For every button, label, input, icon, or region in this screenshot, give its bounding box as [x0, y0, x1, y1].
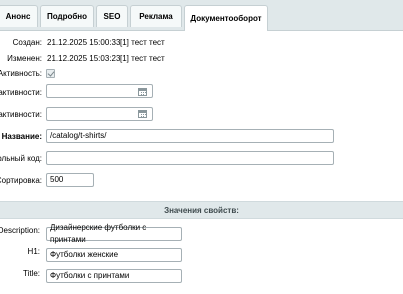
tab-ads[interactable]: Реклама: [130, 5, 182, 27]
code-input[interactable]: [46, 151, 334, 165]
modified-value: 21.12.2025 15:03:23: [47, 54, 121, 63]
property-h1-input[interactable]: Футболки женские: [46, 248, 182, 262]
properties-section-header: Значения свойств:: [0, 201, 403, 219]
sort-label: Сортировка:: [0, 176, 42, 185]
active-checkbox[interactable]: [46, 69, 55, 78]
property-value: Футболки женские: [50, 250, 119, 259]
tab-workflow-label: Документооборот: [190, 14, 262, 23]
property-label: Description:: [0, 226, 40, 235]
name-input[interactable]: /catalog/t-shirts/: [46, 129, 334, 143]
modified-user: [1] тест тест: [120, 54, 165, 63]
created-value: 21.12.2025 15:00:33: [47, 38, 121, 47]
active-label: Активность:: [0, 69, 42, 78]
property-description-input[interactable]: Дизайнерские футболки с принтами: [46, 223, 182, 244]
code-label: вольный код:: [0, 154, 42, 163]
sort-input[interactable]: 500: [46, 173, 94, 187]
section-title: Значения свойств:: [164, 205, 239, 215]
created-label: Создан:: [12, 38, 42, 47]
active-from-label: активности:: [0, 88, 42, 97]
name-value: /catalog/t-shirts/: [50, 131, 107, 140]
name-label: Название:: [1, 132, 42, 141]
tab-bar: Анонс Подробно SEO Реклама Документообор…: [0, 0, 403, 31]
active-to-input[interactable]: [46, 107, 153, 121]
tab-details[interactable]: Подробно: [40, 5, 94, 27]
form-content: Создан: 21.12.2025 15:00:33 [1] тест тес…: [0, 31, 403, 294]
tab-workflow[interactable]: Документооборот: [184, 5, 268, 31]
property-title-input[interactable]: Футболки с принтами: [46, 269, 182, 283]
tab-details-label: Подробно: [46, 12, 88, 21]
modified-label: Изменен:: [7, 54, 42, 63]
calendar-icon[interactable]: [138, 110, 147, 118]
tab-seo[interactable]: SEO: [96, 5, 128, 27]
property-value: Футболки с принтами: [50, 271, 130, 280]
created-user: [1] тест тест: [120, 38, 165, 47]
calendar-icon[interactable]: [138, 88, 147, 96]
tab-announce[interactable]: Анонс: [0, 5, 38, 27]
tab-seo-label: SEO: [103, 12, 121, 21]
property-label: Title:: [22, 269, 40, 278]
active-from-input[interactable]: [46, 84, 153, 98]
sort-value: 500: [50, 175, 64, 184]
tab-ads-label: Реклама: [139, 12, 173, 21]
tab-announce-label: Анонс: [5, 12, 31, 21]
property-label: H1:: [27, 247, 40, 256]
active-to-label: активности:: [0, 110, 42, 119]
property-value: Дизайнерские футболки с принтами: [50, 223, 147, 244]
